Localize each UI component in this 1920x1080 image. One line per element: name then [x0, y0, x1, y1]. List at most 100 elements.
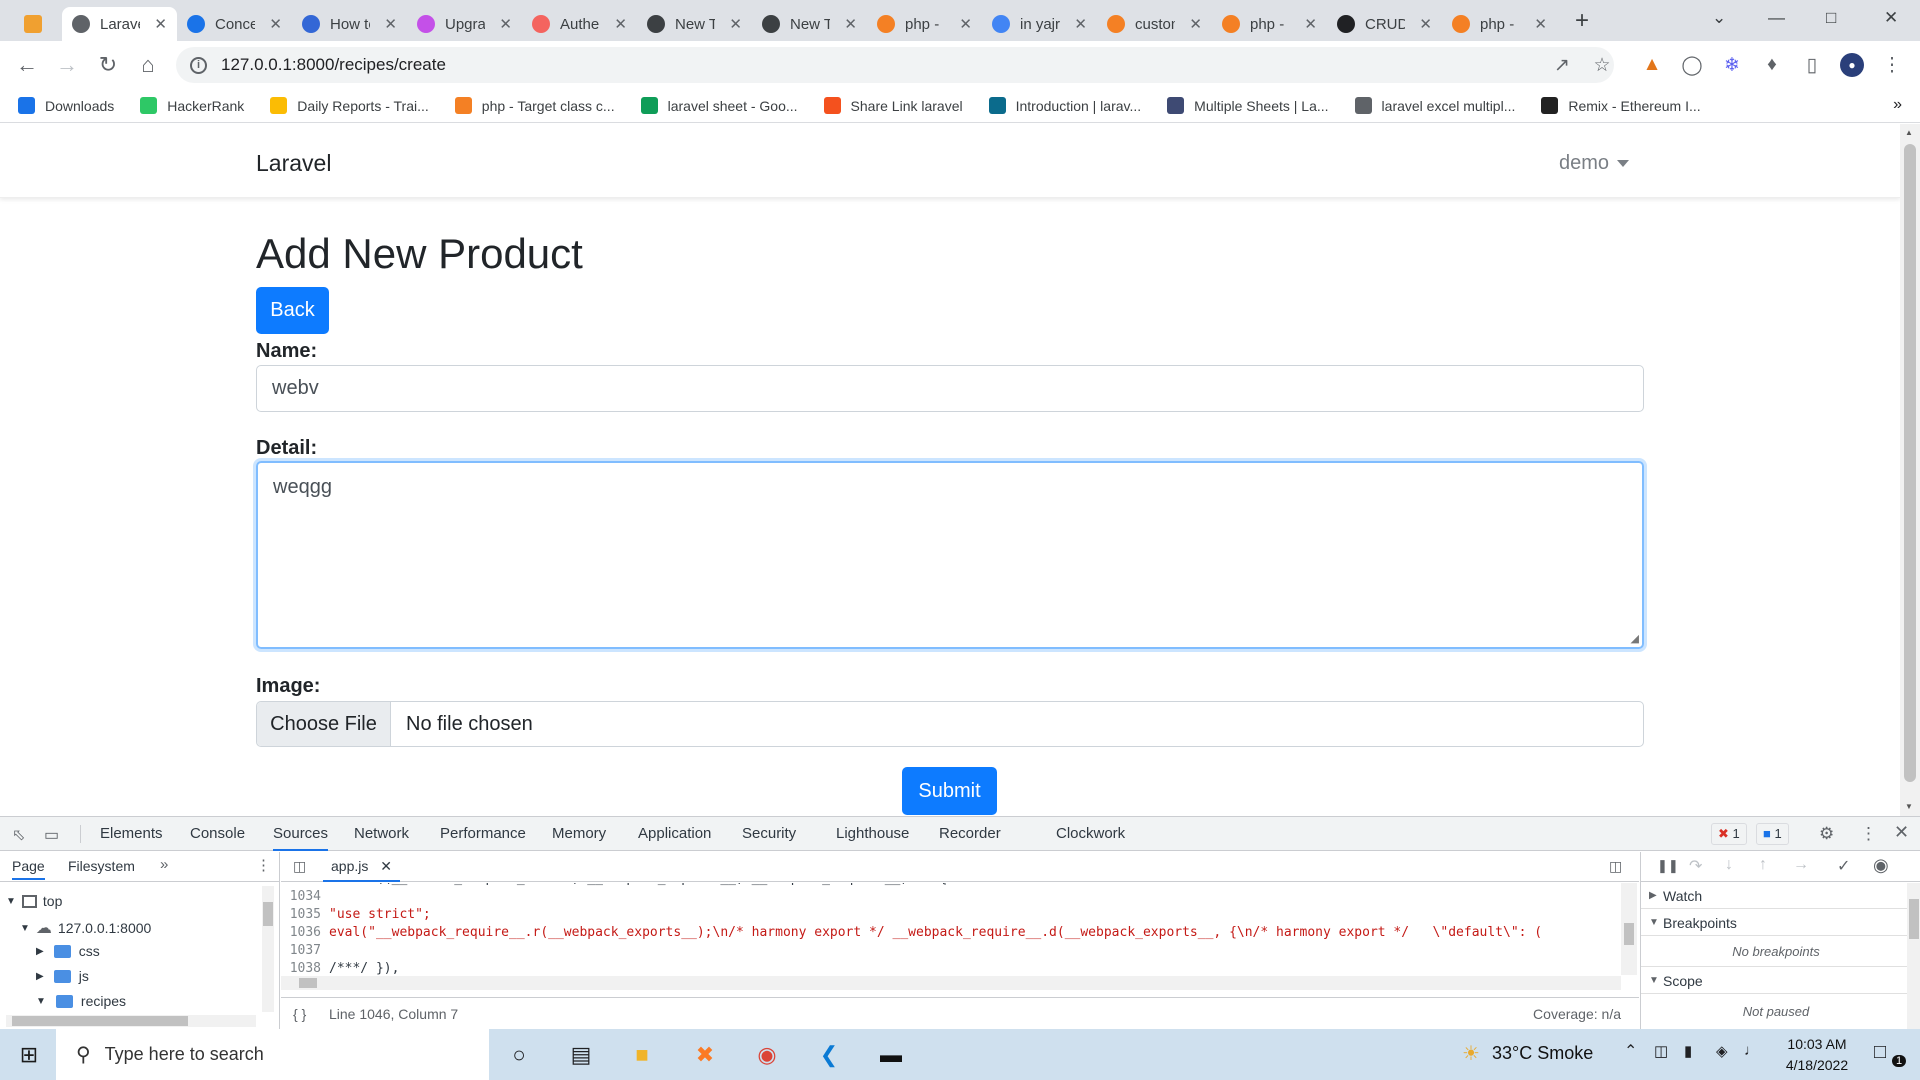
extension-snowflake-icon[interactable]: ❄: [1720, 53, 1744, 77]
tab-page[interactable]: Page: [12, 858, 45, 880]
browser-tab[interactable]: Authentication ✕: [522, 7, 637, 41]
watch-section[interactable]: ▶ Watch: [1641, 883, 1920, 909]
step-icon[interactable]: →: [1793, 856, 1809, 874]
close-tab-icon[interactable]: ✕: [380, 858, 392, 874]
devtools-tab-lighthouse[interactable]: Lighthouse: [836, 817, 909, 851]
volume-icon[interactable]: ♩: [1744, 1042, 1759, 1059]
pause-icon[interactable]: ❚❚: [1657, 858, 1679, 874]
windows-start-icon[interactable]: ⊞: [12, 1038, 46, 1072]
devtools-menu-icon[interactable]: ⋮: [1860, 824, 1877, 844]
scroll-up-icon[interactable]: ▲: [1905, 128, 1913, 137]
close-tab-icon[interactable]: ✕: [1304, 15, 1317, 33]
close-tab-icon[interactable]: ✕: [1419, 15, 1432, 33]
browser-tab[interactable]: Concept ✕: [177, 7, 292, 41]
breakpoints-section[interactable]: ▼ Breakpoints: [1641, 910, 1920, 936]
address-bar[interactable]: i 127.0.0.1:8000/recipes/create: [176, 47, 1614, 83]
close-tab-icon[interactable]: ✕: [614, 15, 627, 33]
browser-tab[interactable]: How to ✕: [292, 7, 407, 41]
bookmark-item[interactable]: laravel excel multipl...: [1354, 97, 1515, 114]
browser-tab[interactable]: in yajra ✕: [982, 7, 1097, 41]
user-dropdown[interactable]: demo: [1559, 152, 1630, 175]
new-tab-plus-icon[interactable]: +: [1575, 7, 1589, 35]
reload-icon[interactable]: ↻: [94, 51, 122, 79]
close-tab-icon[interactable]: ✕: [1189, 15, 1202, 33]
tab-filesystem[interactable]: Filesystem: [68, 858, 135, 874]
submit-button[interactable]: Submit: [902, 767, 997, 815]
close-tab-icon[interactable]: ✕: [154, 15, 167, 33]
home-icon[interactable]: ⌂: [134, 51, 162, 79]
metamask-extension-icon[interactable]: ▲: [1640, 53, 1664, 77]
scrollbar-thumb[interactable]: [1904, 144, 1916, 782]
bookmark-item[interactable]: Share Link laravel: [823, 97, 963, 114]
extension-circle-icon[interactable]: ◯: [1680, 53, 1704, 77]
devtools-tab-sources[interactable]: Sources: [273, 817, 329, 851]
battery-icon[interactable]: ▮: [1684, 1042, 1692, 1060]
step-out-icon[interactable]: ↑: [1759, 856, 1767, 874]
code-vscrollbar[interactable]: [1621, 883, 1637, 975]
weather-text[interactable]: 33°C Smoke: [1492, 1043, 1593, 1064]
bookmark-item[interactable]: HackerRank: [140, 97, 244, 114]
terminal-icon[interactable]: ▬: [874, 1038, 908, 1072]
profile-avatar[interactable]: ●: [1840, 53, 1864, 77]
close-tab-icon[interactable]: ✕: [1074, 15, 1087, 33]
devtools-tab-recorder[interactable]: Recorder: [939, 817, 1001, 851]
bookmark-item[interactable]: Multiple Sheets | La...: [1167, 97, 1329, 114]
file-tab-app-js[interactable]: app.js ✕: [323, 852, 400, 882]
close-tab-icon[interactable]: ✕: [1534, 15, 1547, 33]
scrollbar-thumb[interactable]: [263, 902, 273, 926]
more-tabs-icon[interactable]: »: [160, 856, 168, 873]
devtools-tab-memory[interactable]: Memory: [552, 817, 606, 851]
navigator-menu-icon[interactable]: ⋮: [256, 856, 271, 874]
browser-tab[interactable]: php - ✕: [867, 7, 982, 41]
scrollbar-thumb[interactable]: [299, 978, 317, 988]
bookmark-item[interactable]: Downloads: [18, 97, 114, 114]
cortana-icon[interactable]: ○: [502, 1038, 536, 1072]
vscode-icon[interactable]: ❮: [812, 1038, 846, 1072]
code-line[interactable]: 1035 "use strict";: [281, 907, 431, 922]
close-tab-icon[interactable]: ✕: [959, 15, 972, 33]
tray-device-icon[interactable]: ◫: [1654, 1042, 1668, 1060]
detail-textarea[interactable]: weqgg ◢: [256, 461, 1644, 649]
toggle-debugger-icon[interactable]: ◫: [1609, 858, 1622, 875]
browser-tab[interactable]: custom ✕: [1097, 7, 1212, 41]
step-over-icon[interactable]: ↷: [1689, 856, 1702, 876]
toggle-navigator-icon[interactable]: ◫: [293, 858, 306, 875]
device-toolbar-icon[interactable]: ▭: [44, 825, 59, 845]
tree-item-host[interactable]: ▼ ☁ 127.0.0.1:8000: [20, 918, 151, 938]
bookmark-item[interactable]: Daily Reports - Trai...: [270, 97, 429, 114]
browser-tab[interactable]: php - ✕: [1442, 7, 1557, 41]
browser-tab[interactable]: php - ✕: [1212, 7, 1327, 41]
back-button[interactable]: Back: [256, 287, 329, 334]
sidebar-scrollbar[interactable]: [1907, 883, 1920, 1030]
tab-search-chevron-icon[interactable]: ⌄: [1712, 8, 1726, 28]
bookmark-item[interactable]: Introduction | larav...: [988, 97, 1141, 114]
tree-item-css[interactable]: ▶ css: [36, 943, 100, 959]
side-panel-icon[interactable]: ▯: [1800, 53, 1824, 77]
devtools-tab-network[interactable]: Network: [354, 817, 409, 851]
xampp-icon[interactable]: ✖: [688, 1038, 722, 1072]
close-tab-icon[interactable]: ✕: [729, 15, 742, 33]
step-into-icon[interactable]: ↓: [1725, 856, 1733, 874]
notifications-icon[interactable]: □: [1874, 1041, 1886, 1064]
weather-icon[interactable]: ☀: [1462, 1041, 1480, 1066]
clock[interactable]: 10:03 AM 4/18/2022: [1772, 1034, 1862, 1076]
error-badge[interactable]: ✖ 1: [1711, 823, 1747, 845]
app-brand[interactable]: Laravel: [256, 150, 331, 177]
extensions-puzzle-icon[interactable]: ♦: [1760, 53, 1784, 77]
tree-item-js[interactable]: ▶ js: [36, 968, 89, 984]
scroll-down-icon[interactable]: ▼: [1905, 802, 1913, 811]
close-tab-icon[interactable]: ✕: [269, 15, 282, 33]
devtools-tab-clockwork[interactable]: Clockwork: [1056, 817, 1125, 851]
browser-tab[interactable]: CRUD ✕: [1327, 7, 1442, 41]
task-view-icon[interactable]: ▤: [564, 1038, 598, 1072]
devtools-tab-console[interactable]: Console: [190, 817, 245, 851]
navigator-hscrollbar[interactable]: [6, 1015, 256, 1027]
close-devtools-icon[interactable]: ✕: [1894, 822, 1909, 843]
scrollbar-thumb[interactable]: [1624, 923, 1634, 945]
menu-kebab-icon[interactable]: ⋮: [1880, 53, 1904, 77]
wifi-icon[interactable]: ◈: [1716, 1042, 1728, 1060]
close-tab-icon[interactable]: ✕: [499, 15, 512, 33]
maximize-icon[interactable]: □: [1826, 8, 1836, 28]
share-icon[interactable]: ↗: [1550, 53, 1574, 77]
devtools-tab-performance[interactable]: Performance: [440, 817, 526, 851]
